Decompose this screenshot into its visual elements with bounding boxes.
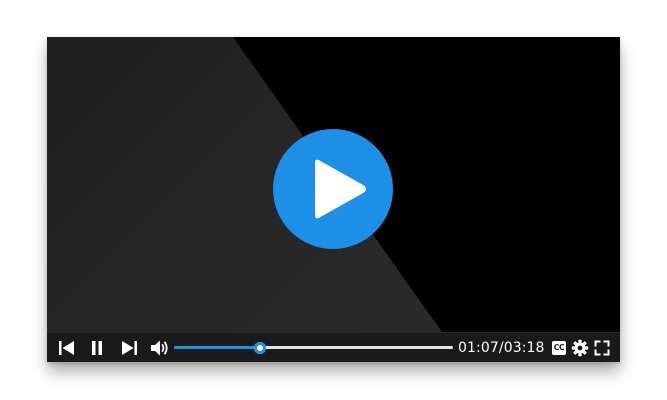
video-player: 01:07/03:18 CC: [47, 37, 620, 362]
gear-icon: [571, 339, 589, 357]
fullscreen-icon: [594, 340, 610, 356]
skip-next-icon: [122, 341, 137, 355]
big-play-button[interactable]: [273, 129, 393, 249]
captions-button[interactable]: CC: [552, 341, 566, 355]
pause-icon: [92, 341, 102, 355]
seek-bar[interactable]: [174, 333, 453, 362]
current-time: 01:07: [458, 340, 499, 356]
control-bar: 01:07/03:18 CC: [47, 332, 620, 362]
seek-thumb[interactable]: [254, 341, 267, 354]
fullscreen-button[interactable]: [594, 340, 610, 356]
video-viewport[interactable]: [47, 37, 620, 332]
previous-button[interactable]: [58, 340, 76, 356]
skip-previous-icon: [59, 341, 74, 355]
volume-icon: [151, 340, 168, 356]
time-display: 01:07/03:18: [458, 333, 545, 362]
settings-button[interactable]: [571, 339, 589, 357]
seek-progress: [174, 346, 261, 349]
next-button[interactable]: [120, 340, 138, 356]
play-icon: [315, 159, 366, 219]
volume-button[interactable]: [150, 339, 170, 357]
pause-button[interactable]: [90, 340, 104, 356]
duration-time: 03:18: [503, 340, 545, 356]
